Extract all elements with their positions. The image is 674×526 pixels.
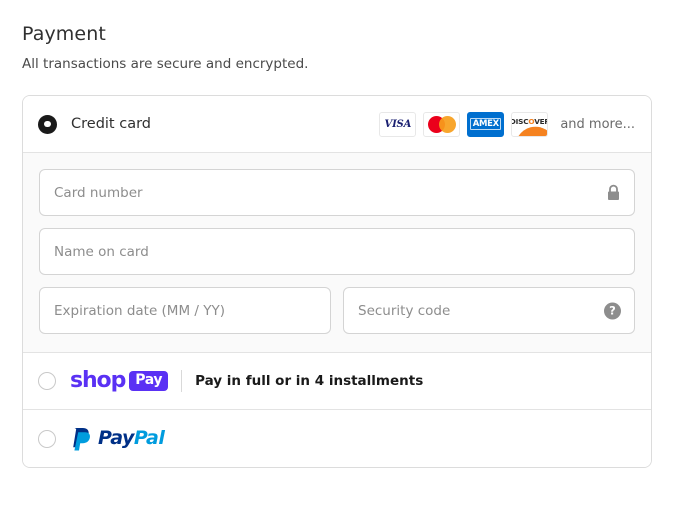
- shop-pay-content: shop Pay Pay in full or in 4 installment…: [70, 370, 423, 392]
- amex-logo: AMEX: [467, 111, 505, 137]
- radio-shop-pay[interactable]: [38, 372, 56, 390]
- name-on-card-field[interactable]: [39, 228, 635, 275]
- and-more-label: and more...: [560, 116, 635, 132]
- visa-logo-text: VISA: [384, 118, 412, 130]
- paypal-logo-text-light: Pal: [133, 427, 165, 449]
- radio-paypal[interactable]: [38, 429, 56, 448]
- payment-option-shop-pay[interactable]: shop Pay Pay in full or in 4 installment…: [23, 353, 651, 410]
- paypal-content: PayPal: [70, 426, 165, 452]
- shop-pay-logo-badge: Pay: [129, 371, 169, 391]
- discover-text-after: VER: [534, 116, 549, 126]
- expiration-date-field[interactable]: [39, 287, 331, 334]
- page-title: Payment: [22, 23, 106, 45]
- discover-text-before: DISC: [511, 116, 529, 126]
- shop-pay-description: Pay in full or in 4 installments: [195, 373, 424, 389]
- security-code-input[interactable]: [344, 288, 634, 333]
- page-subtitle: All transactions are secure and encrypte…: [22, 56, 309, 72]
- expiry-security-row: ?: [39, 287, 635, 334]
- discover-logo-text: DISCOVER: [511, 116, 549, 126]
- security-code-field[interactable]: ?: [343, 287, 635, 334]
- card-brand-logos: VISA AMEX DISCOVER and more...: [379, 111, 635, 137]
- lock-icon: [608, 184, 619, 200]
- shop-pay-logo-word: shop: [70, 368, 126, 393]
- paypal-monogram-icon: [73, 427, 90, 450]
- paypal-logo-text: PayPal: [98, 427, 165, 449]
- shop-pay-logo: shop Pay: [70, 368, 169, 393]
- credit-card-label: Credit card: [71, 116, 151, 132]
- payment-section: Payment All transactions are secure and …: [0, 0, 674, 526]
- mastercard-logo: [423, 111, 461, 137]
- card-number-field[interactable]: [39, 169, 635, 216]
- shop-pay-divider: [181, 370, 183, 392]
- payment-methods-panel: Credit card VISA AMEX DISCOVER and more.…: [22, 95, 652, 468]
- mastercard-yellow-circle: [438, 115, 456, 133]
- help-icon[interactable]: ?: [604, 302, 621, 319]
- amex-logo-text: AMEX: [470, 118, 502, 130]
- payment-option-credit-card[interactable]: Credit card VISA AMEX DISCOVER and more.…: [23, 96, 651, 153]
- visa-logo: VISA: [379, 111, 417, 137]
- card-number-input[interactable]: [40, 170, 634, 215]
- radio-credit-card-selected[interactable]: [38, 114, 57, 134]
- credit-card-form: ?: [23, 153, 651, 353]
- discover-logo: DISCOVER: [511, 111, 549, 137]
- paypal-logo: PayPal: [70, 426, 165, 452]
- name-on-card-input[interactable]: [40, 229, 634, 274]
- paypal-logo-text-dark: Pay: [98, 427, 134, 449]
- payment-option-paypal[interactable]: PayPal: [23, 410, 651, 467]
- expiration-date-input[interactable]: [40, 288, 330, 333]
